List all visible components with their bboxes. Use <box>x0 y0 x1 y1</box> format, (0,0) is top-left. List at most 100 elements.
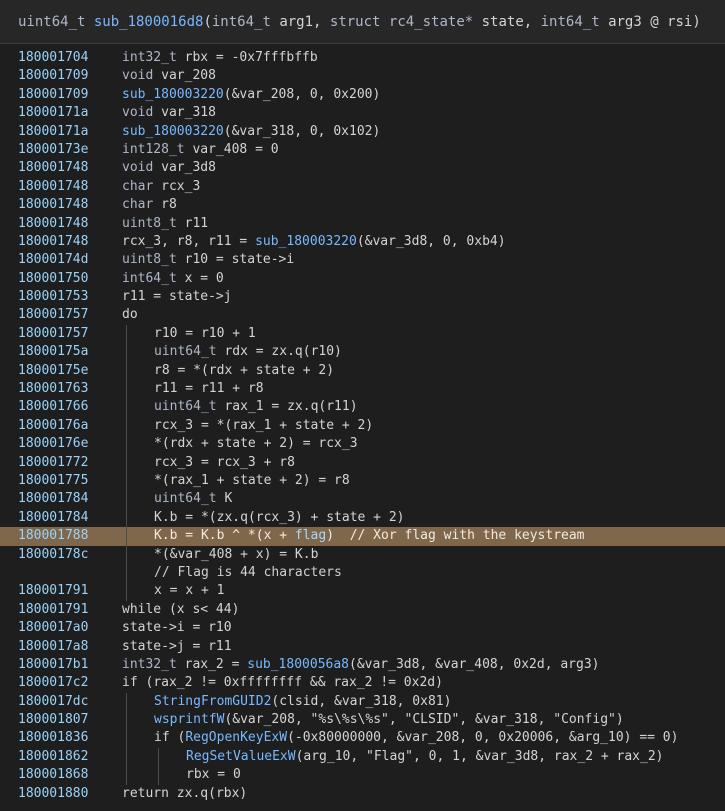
code-tokens[interactable]: uint64_t rax_1 = zx.q(r11) <box>154 398 358 416</box>
code-token[interactable]: sub_180003220 <box>255 234 357 249</box>
code-token[interactable]: . <box>209 528 217 543</box>
code-token[interactable]: -> <box>208 289 224 304</box>
code-line[interactable]: 18000171a void var_318 <box>0 104 725 122</box>
code-text[interactable]: rcx_3 = *(rax_1 + state + 2) <box>122 416 373 436</box>
highlighted-code-line[interactable]: 180001788 K.b = K.b ^ *(x + flag) // Xor … <box>0 527 725 546</box>
code-token[interactable]: state <box>326 510 365 525</box>
code-token[interactable]: K <box>154 528 162 543</box>
code-text[interactable]: RegSetValueExW(arg_10, "Flag", 0, 1, &va… <box>122 747 664 767</box>
line-address[interactable]: 18000176e <box>0 435 122 453</box>
code-text[interactable]: rcx_3 = rcx_3 + r8 <box>122 453 295 473</box>
code-token[interactable]: void <box>122 160 153 175</box>
code-comment[interactable]: // Xor flag with the keystream <box>350 528 585 543</box>
code-tokens[interactable]: *(&var_408 + x) = K.b <box>154 546 318 564</box>
code-token[interactable]: wsprintfW <box>154 712 224 727</box>
code-token[interactable]: , <box>545 657 561 672</box>
code-token[interactable]: = *( <box>193 418 232 433</box>
code-token[interactable]: rcx_3 <box>154 418 193 433</box>
code-token[interactable] <box>153 179 161 194</box>
code-line[interactable]: 18000174d uint8_t r10 = state->i <box>0 251 725 269</box>
code-token[interactable]: = <box>193 455 216 470</box>
code-token[interactable]: state <box>122 639 161 654</box>
code-token[interactable] <box>153 105 161 120</box>
code-token[interactable]: *( <box>154 436 170 451</box>
code-token[interactable]: var_208 <box>161 68 216 83</box>
line-address[interactable]: 180001709 <box>0 86 122 104</box>
code-token[interactable]: ( <box>208 786 216 801</box>
code-line[interactable]: 18000178c *(&var_408 + x) = K.b <box>0 545 725 565</box>
signature-token[interactable]: sub_1800016d8 <box>94 14 204 30</box>
code-token[interactable]: r10 <box>201 326 224 341</box>
code-token[interactable]: do <box>122 307 138 322</box>
code-token[interactable]: *( <box>154 473 170 488</box>
code-token[interactable]: + 2) = <box>271 473 334 488</box>
code-token[interactable]: state <box>232 252 271 267</box>
code-tokens[interactable]: r11 = state->j <box>122 288 232 306</box>
code-token[interactable]: ) + <box>295 510 326 525</box>
code-token[interactable]: != 0 <box>192 675 231 690</box>
code-line[interactable]: 180001709 sub_180003220(&var_208, 0, 0x20… <box>0 86 725 104</box>
code-token[interactable]: , <box>161 234 177 249</box>
line-address[interactable]: 180001709 <box>0 67 122 85</box>
code-text[interactable]: char rcx_3 <box>122 178 200 196</box>
code-token[interactable] <box>177 657 185 672</box>
code-token[interactable]: ( <box>248 510 256 525</box>
signature-token[interactable]: int64_t <box>212 14 279 30</box>
code-token[interactable]: var_408 <box>443 657 498 672</box>
line-address[interactable]: 180001791 <box>0 582 122 600</box>
code-token[interactable]: rdx <box>170 436 193 451</box>
code-token[interactable]: (-0 <box>287 730 310 745</box>
code-text[interactable]: state->j = r11 <box>122 638 232 656</box>
code-token[interactable]: = <box>177 326 200 341</box>
code-text[interactable]: int32_t rax_2 = sub_1800056a8(&var_3d8, … <box>122 656 600 674</box>
code-token[interactable]: q <box>295 344 303 359</box>
code-line[interactable]: 18000175a uint64_t rdx = zx.q(r10) <box>0 343 725 363</box>
code-token[interactable]: q <box>240 510 248 525</box>
code-tokens[interactable]: uint8_t r11 <box>122 215 208 233</box>
code-tokens[interactable]: StringFromGUID2(clsid, &var_318, 0x81) <box>154 693 451 711</box>
code-token[interactable]: = <box>185 639 208 654</box>
code-token[interactable]: Flag <box>374 749 405 764</box>
code-token[interactable]: . <box>287 344 295 359</box>
code-token[interactable]: s <box>350 712 358 727</box>
code-token[interactable]: = <box>224 657 247 672</box>
line-address[interactable]: 18000173e <box>0 141 122 159</box>
code-token[interactable]: rbx <box>186 767 209 782</box>
code-text[interactable]: K.b = K.b ^ *(x + flag) // Xor flag with… <box>122 527 585 546</box>
code-token[interactable]: , " <box>350 749 373 764</box>
code-token[interactable]: , 0, 0 <box>459 730 506 745</box>
code-token[interactable]: r8 <box>334 473 350 488</box>
code-token[interactable]: j <box>177 639 185 654</box>
code-token[interactable]: ) <box>592 657 600 672</box>
code-line[interactable]: 180001772 rcx_3 = rcx_3 + r8 <box>0 453 725 473</box>
code-token[interactable]: -> <box>161 639 177 654</box>
code-text[interactable]: *(rdx + state + 2) = rcx_3 <box>122 435 358 454</box>
line-address[interactable]: 180001748 <box>0 215 122 233</box>
code-line[interactable]: 180001763 r11 = r11 + r8 <box>0 380 725 399</box>
code-token[interactable]: var_318 <box>239 124 294 139</box>
code-line[interactable]: 180001807 wsprintfW(&var_208, "%s\%s\%s",… <box>0 711 725 730</box>
code-token[interactable]: zx <box>271 344 287 359</box>
code-token[interactable]: uint64_t <box>154 491 217 506</box>
code-text[interactable]: int128_t var_408 = 0 <box>122 141 279 159</box>
code-token[interactable]: . <box>303 399 311 414</box>
line-address[interactable]: 18000175a <box>0 343 122 361</box>
code-text[interactable]: rbx = 0 <box>122 766 241 786</box>
code-token[interactable]: r11 <box>185 216 208 231</box>
signature-token[interactable]: arg3 @ rsi) <box>608 14 701 30</box>
code-comment[interactable]: // Flag is 44 characters <box>154 565 342 580</box>
code-token[interactable]: clsid <box>279 694 318 709</box>
code-token[interactable]: uint64_t <box>154 344 217 359</box>
code-token[interactable]: zx <box>287 399 303 414</box>
code-token[interactable]: , 0 <box>498 657 521 672</box>
line-address[interactable] <box>0 564 122 582</box>
code-line[interactable]: 180001753 r11 = state->j <box>0 288 725 306</box>
code-token[interactable]: r10 <box>185 252 208 267</box>
code-token[interactable]: state <box>122 620 161 635</box>
code-token[interactable]: = 0 <box>247 142 279 157</box>
code-token[interactable]: int32_t <box>122 50 177 65</box>
code-text[interactable]: while (x s< 44) <box>122 601 239 619</box>
code-tokens[interactable]: sub_180003220(&var_208, 0, 0x200) <box>122 86 380 104</box>
code-token[interactable]: ) <box>372 87 380 102</box>
line-address[interactable]: 1800017b1 <box>0 656 122 674</box>
